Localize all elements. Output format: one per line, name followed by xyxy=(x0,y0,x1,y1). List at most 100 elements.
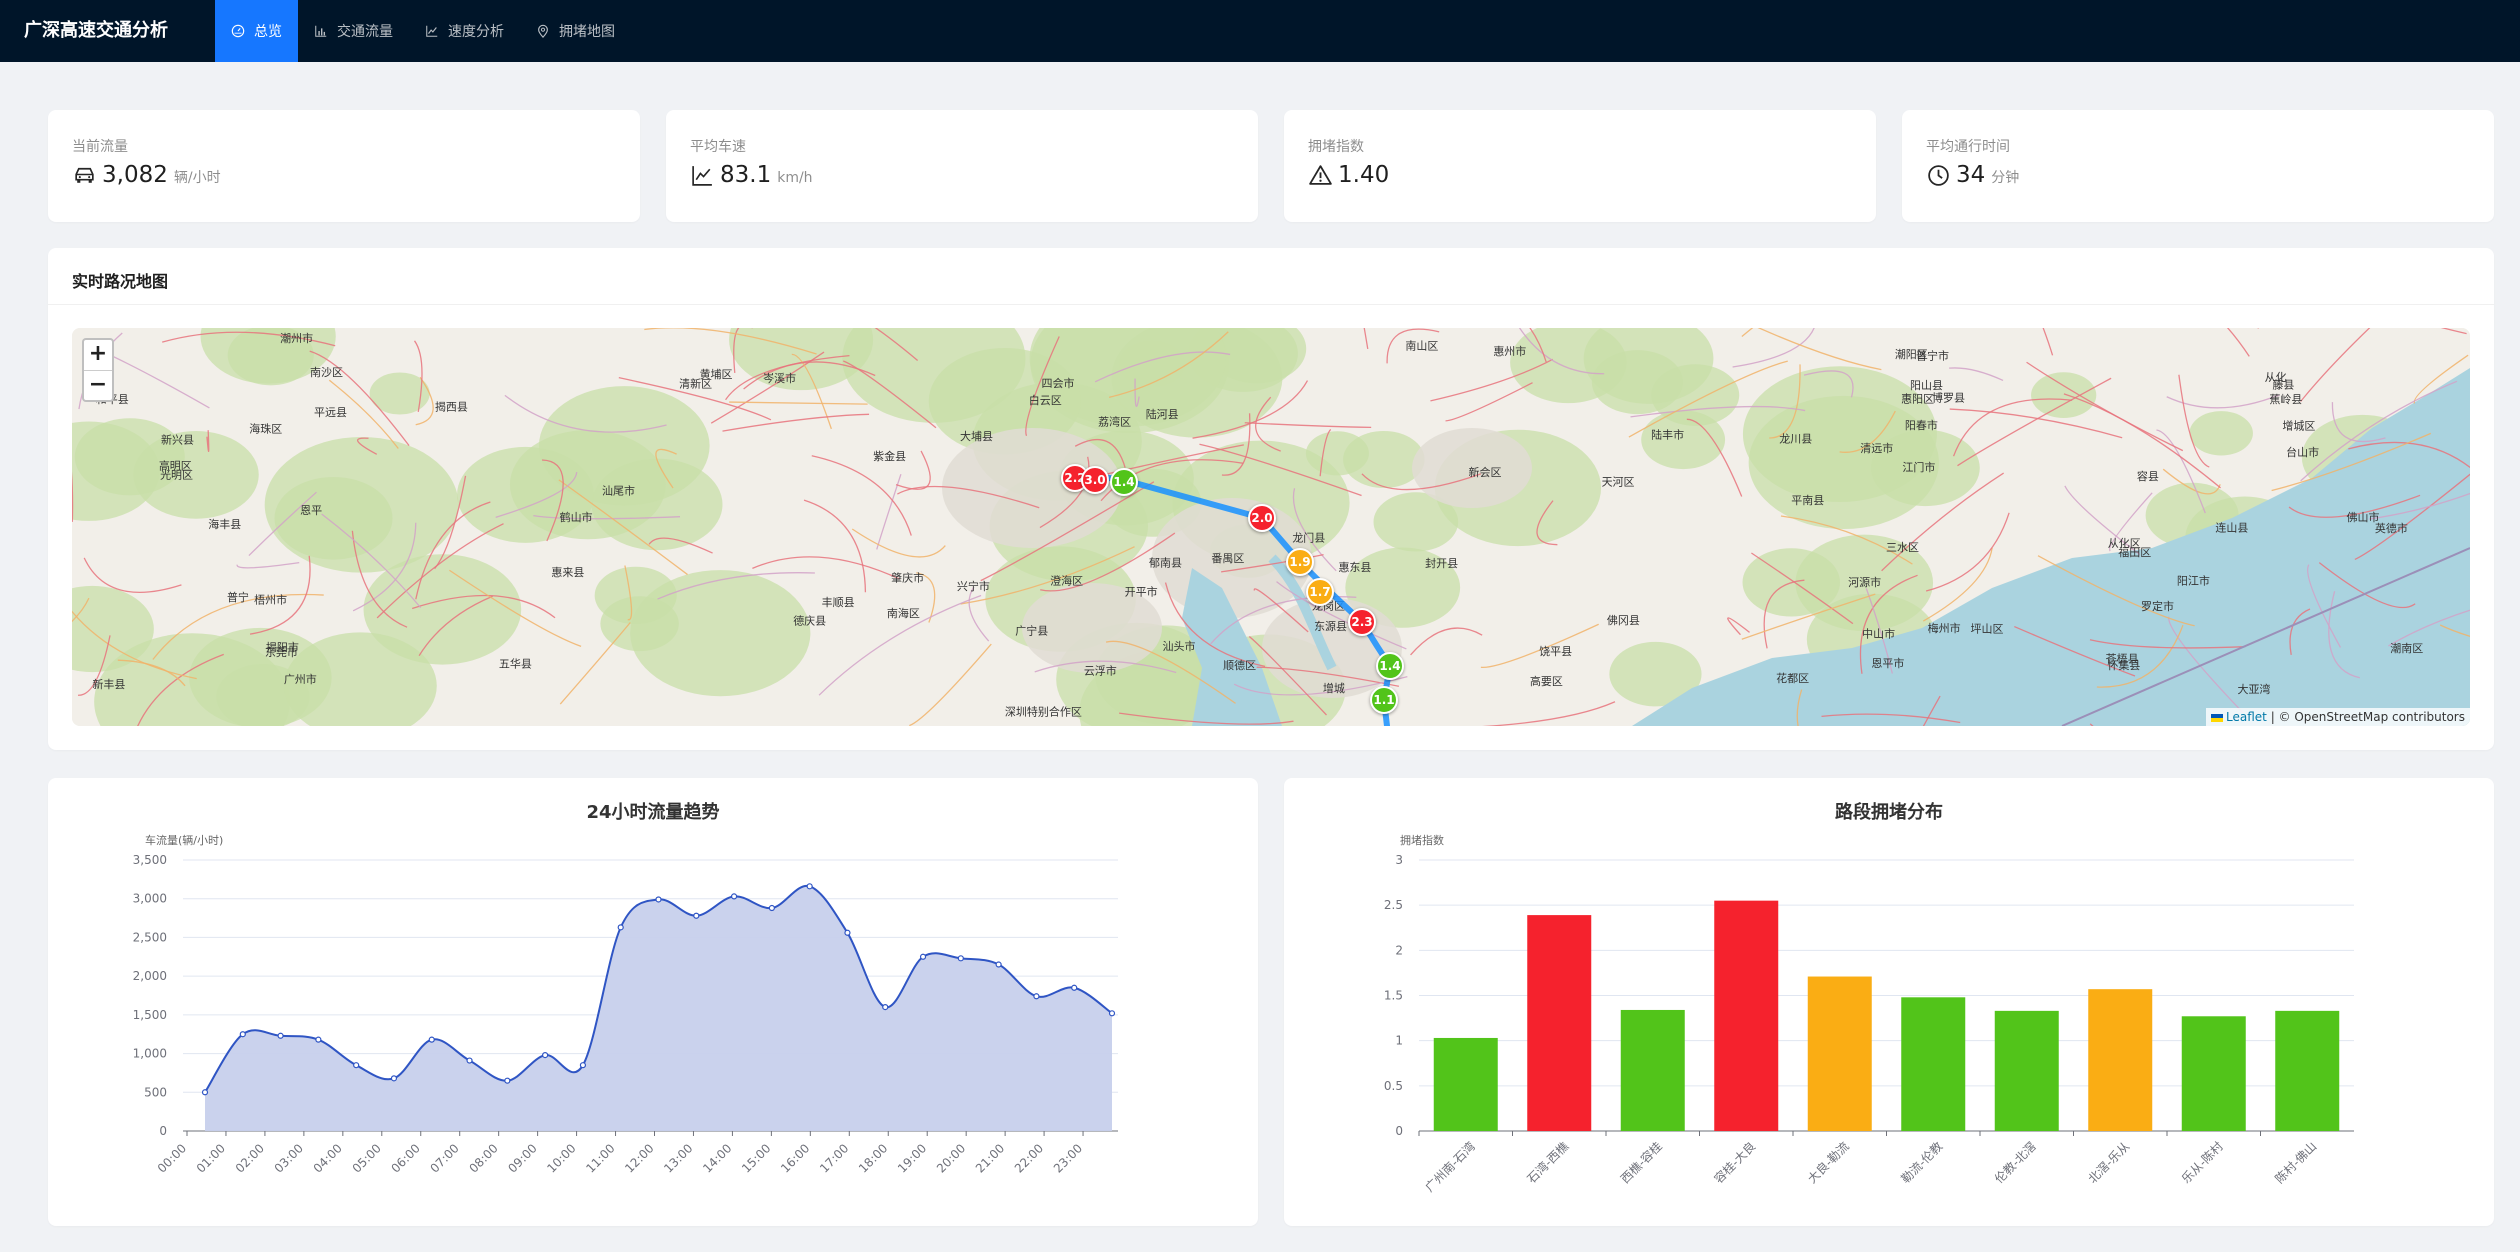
y-tick-label: 0 xyxy=(1395,1124,1403,1138)
stat-unit: 辆/小时 xyxy=(173,170,221,186)
x-tick-label: 04:00 xyxy=(311,1141,345,1175)
congestion-bar[interactable] xyxy=(2181,1016,2246,1131)
flow-data-point[interactable] xyxy=(579,1062,587,1069)
flow-data-point[interactable] xyxy=(957,955,964,962)
x-tick-label: 15:00 xyxy=(739,1141,773,1175)
congestion-marker[interactable]: 2.3 xyxy=(1348,608,1376,636)
flow-data-point[interactable] xyxy=(730,893,738,900)
congestion-bar[interactable] xyxy=(1433,1037,1498,1131)
x-tick-label: 21:00 xyxy=(973,1141,1007,1175)
congestion-bar[interactable] xyxy=(1994,1010,2059,1131)
x-tick-label: 14:00 xyxy=(700,1141,734,1175)
congestion-bar[interactable] xyxy=(1527,915,1592,1131)
flow-data-point[interactable] xyxy=(882,1004,889,1011)
x-tick-label: 01:00 xyxy=(194,1141,228,1175)
flow-area xyxy=(205,885,1112,1131)
flow-data-point[interactable] xyxy=(1108,1010,1116,1017)
x-tick-label: 伦教-北滘 xyxy=(1991,1139,2039,1187)
leaflet-link[interactable]: Leaflet xyxy=(2226,710,2267,724)
congestion-bar[interactable] xyxy=(1620,1009,1685,1131)
flow-data-point[interactable] xyxy=(542,1052,549,1059)
stat-card-avg-speed: 平均车速 83.1 km/h xyxy=(666,110,1258,222)
y-tick-label: 3,500 xyxy=(133,853,167,867)
bar-chart-icon xyxy=(315,25,327,37)
x-tick-label: 陈村-佛山 xyxy=(2272,1139,2320,1187)
congestion-marker[interactable]: 1.4 xyxy=(1376,652,1404,680)
map-attribution: Leaflet | © OpenStreetMap contributors xyxy=(2206,708,2470,726)
flag-icon xyxy=(2211,713,2224,722)
x-tick-label: 乐从-陈村 xyxy=(2178,1139,2226,1187)
flow-data-point[interactable] xyxy=(201,1089,209,1096)
flow-data-point[interactable] xyxy=(315,1036,322,1043)
top-navbar: 广深高速交通分析 总览 交通流量 速度分析 拥堵地图 xyxy=(0,0,2520,62)
x-tick-label: 12:00 xyxy=(622,1141,656,1175)
x-tick-label: 00:00 xyxy=(155,1141,189,1175)
congestion-bar[interactable] xyxy=(1807,976,1872,1131)
flow-data-point[interactable] xyxy=(390,1075,398,1082)
flow-data-point[interactable] xyxy=(806,883,813,890)
car-icon xyxy=(75,167,94,183)
y-tick-label: 2,000 xyxy=(133,969,167,983)
x-tick-label: 19:00 xyxy=(895,1141,929,1175)
stat-card-current-flow: 当前流量 3,082 辆/小时 xyxy=(48,110,640,222)
congestion-marker[interactable]: 1.4 xyxy=(1110,468,1138,496)
stat-value: 83.1 xyxy=(720,162,772,188)
congestion-bar[interactable] xyxy=(1901,997,1966,1131)
stat-value: 34 xyxy=(1956,162,1986,188)
nav-traffic-flow[interactable]: 交通流量 xyxy=(298,0,409,62)
flow-data-point[interactable] xyxy=(919,953,927,960)
flow-data-point[interactable] xyxy=(277,1032,284,1039)
marker-layer: 2.2 3.0 1.4 2.0 1.9 1.7 2.3 1.4 1.1 xyxy=(72,328,2470,726)
flow-data-point[interactable] xyxy=(995,961,1002,968)
flow-data-point[interactable] xyxy=(768,904,775,912)
congestion-bar-chart[interactable]: 拥堵指数 0 0.5 1 1.5 2 2.5 3 广州南-石湾 石湾-西樵 西樵-容桂 容桂-大良 大良… xyxy=(1284,778,2494,1226)
zoom-in-button[interactable]: + xyxy=(84,340,112,370)
y-tick-label: 3,000 xyxy=(133,892,167,906)
congestion-bar[interactable] xyxy=(2088,989,2153,1131)
zoom-out-button[interactable]: − xyxy=(84,370,112,400)
traffic-map[interactable]: 梧州市封开县怀集县四会市花都区从化区龙门县河源市东源县龙川县和平县五华县兴宁市梅… xyxy=(72,328,2470,726)
nav-overview-label: 总览 xyxy=(254,24,282,40)
flow-data-point[interactable] xyxy=(1033,993,1040,1000)
congestion-marker[interactable]: 3.0 xyxy=(1081,466,1109,494)
congestion-bar[interactable] xyxy=(2275,1010,2340,1131)
y-tick-label: 1 xyxy=(1395,1034,1403,1048)
y-tick-label: 1,000 xyxy=(133,1047,167,1061)
stat-value-row: 1.40 xyxy=(1308,162,1395,188)
x-tick-label: 18:00 xyxy=(856,1141,890,1175)
flow-data-point[interactable] xyxy=(693,912,700,919)
congestion-marker[interactable]: 1.9 xyxy=(1286,548,1314,576)
nav-overview[interactable]: 总览 xyxy=(215,0,298,62)
flow-data-point[interactable] xyxy=(353,1062,360,1069)
nav-congestion-map-label: 拥堵地图 xyxy=(559,24,615,40)
nav-speed-analysis-label: 速度分析 xyxy=(448,24,504,40)
y-axis-label: 车流量(辆/小时) xyxy=(145,833,223,847)
x-tick-label: 大良-勒流 xyxy=(1804,1139,1852,1187)
main-nav: 总览 交通流量 速度分析 拥堵地图 xyxy=(215,0,631,62)
congestion-marker[interactable]: 2.0 xyxy=(1248,504,1276,532)
congestion-marker[interactable]: 1.1 xyxy=(1370,686,1398,714)
flow-data-point[interactable] xyxy=(1071,984,1078,991)
flow-data-point[interactable] xyxy=(428,1036,435,1043)
stat-unit: km/h xyxy=(777,170,813,186)
x-tick-label: 08:00 xyxy=(466,1141,500,1175)
y-tick-label: 0 xyxy=(159,1124,167,1138)
nav-traffic-flow-label: 交通流量 xyxy=(337,24,393,40)
congestion-bar[interactable] xyxy=(1714,900,1779,1131)
flow-data-point[interactable] xyxy=(504,1077,511,1084)
congestion-distribution-card: 路段拥堵分布 拥堵指数 0 0.5 1 1.5 2 2.5 3 广州南-石湾 石湾-西樵 西樵-容桂… xyxy=(1284,778,2494,1226)
flow-data-point[interactable] xyxy=(655,896,662,903)
x-tick-label: 10:00 xyxy=(544,1141,578,1175)
flow-data-point[interactable] xyxy=(466,1057,473,1064)
flow-area-chart[interactable]: 车流量(辆/小时) 0 500 1,000 1,500 2,000 2,500 3,000 3,… xyxy=(48,778,1258,1226)
flow-data-point[interactable] xyxy=(844,929,851,936)
congestion-marker[interactable]: 1.7 xyxy=(1306,578,1334,606)
flow-data-point[interactable] xyxy=(239,1031,246,1038)
nav-congestion-map[interactable]: 拥堵地图 xyxy=(520,0,631,62)
flow-data-point[interactable] xyxy=(617,924,624,931)
stat-card-avg-travel-time: 平均通行时间 34 分钟 xyxy=(1902,110,2494,222)
y-tick-label: 3 xyxy=(1395,853,1403,867)
x-tick-label: 13:00 xyxy=(661,1141,695,1175)
x-tick-label: 西樵-容桂 xyxy=(1617,1139,1665,1187)
nav-speed-analysis[interactable]: 速度分析 xyxy=(409,0,520,62)
